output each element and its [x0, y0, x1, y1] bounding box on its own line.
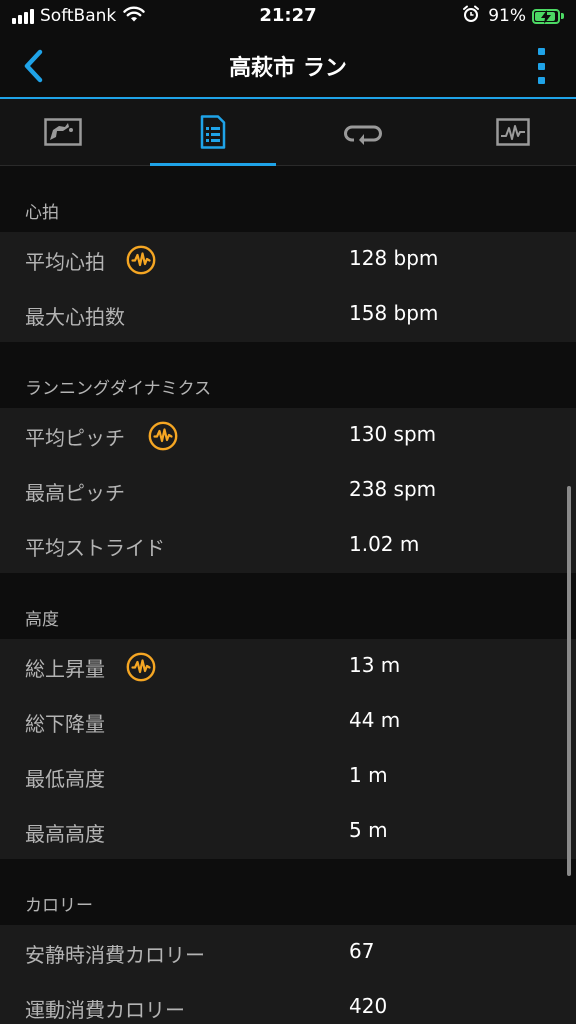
- performance-wave-icon[interactable]: [126, 652, 156, 682]
- section-title: ランニングダイナミクス: [25, 379, 212, 399]
- stat-value: 130 spm: [349, 422, 437, 446]
- stat-label: 平均ピッチ: [25, 426, 125, 450]
- details-list-icon: [200, 115, 226, 149]
- stat-label: 安静時消費カロリー: [25, 943, 205, 967]
- battery-tip: [561, 13, 564, 19]
- stat-label: 総下降量: [25, 712, 105, 736]
- tab-laps[interactable]: [300, 99, 426, 165]
- more-dot-icon: [537, 48, 545, 55]
- stat-row: 総下降量 44 m: [0, 694, 576, 749]
- stat-label: 平均ストライド: [25, 536, 165, 560]
- chart-graph-icon: [496, 118, 530, 146]
- section-calories: 安静時消費カロリー 67 運動消費カロリー 420: [0, 925, 576, 1024]
- section-heart-rate: 平均心拍 128 bpm 最大心拍数 158 bpm: [0, 232, 576, 342]
- section-header-heart-rate: 心拍: [0, 166, 576, 232]
- performance-wave-icon[interactable]: [126, 245, 156, 275]
- stat-value: 128 bpm: [349, 246, 439, 270]
- performance-wave-icon[interactable]: [148, 421, 178, 451]
- stat-value: 1.02 m: [349, 532, 420, 556]
- alarm-icon: [462, 5, 480, 27]
- stat-row: 総上昇量 13 m: [0, 639, 576, 694]
- tab-bar: [0, 99, 576, 166]
- page-title: 高萩市 ラン: [229, 56, 347, 81]
- status-bar: SoftBank 21:27 91%: [0, 0, 576, 34]
- map-icon: [44, 118, 82, 146]
- laps-loop-icon: [344, 125, 382, 145]
- stat-row: 最大心拍数 158 bpm: [0, 287, 576, 342]
- stat-label: 最低高度: [25, 767, 105, 791]
- stat-row: 平均心拍 128 bpm: [0, 232, 576, 287]
- section-title: カロリー: [25, 896, 93, 916]
- stat-value: 1 m: [349, 763, 388, 787]
- stat-row: 最高ピッチ 238 spm: [0, 463, 576, 518]
- section-title: 高度: [25, 610, 59, 630]
- stat-value: 238 spm: [349, 477, 437, 501]
- status-right: 91%: [462, 5, 564, 27]
- section-running-dynamics: 平均ピッチ 130 spm 最高ピッチ 238 spm 平均ストライド 1.02…: [0, 408, 576, 573]
- stat-label: 平均心拍: [25, 250, 105, 274]
- section-header-running-dynamics: ランニングダイナミクス: [0, 342, 576, 408]
- stat-row: 運動消費カロリー 420: [0, 980, 576, 1024]
- section-header-calories: カロリー: [0, 859, 576, 925]
- stat-value: 420: [349, 994, 388, 1018]
- stat-row: 最高高度 5 m: [0, 804, 576, 859]
- stat-row: 平均ストライド 1.02 m: [0, 518, 576, 573]
- stat-row: 最低高度 1 m: [0, 749, 576, 804]
- stat-value: 44 m: [349, 708, 401, 732]
- stat-row: 平均ピッチ 130 spm: [0, 408, 576, 463]
- stat-label: 総上昇量: [25, 657, 105, 681]
- section-header-elevation: 高度: [0, 573, 576, 639]
- activity-details-screen: SoftBank 21:27 91% 高萩市 ラン 心拍 平均心拍 128 bp…: [0, 0, 576, 1024]
- stat-label: 運動消費カロリー: [25, 998, 185, 1022]
- stat-value: 13 m: [349, 653, 401, 677]
- battery-percent: 91%: [488, 6, 526, 26]
- stat-value: 5 m: [349, 818, 388, 842]
- stat-label: 最大心拍数: [25, 305, 125, 329]
- stat-label: 最高ピッチ: [25, 481, 125, 505]
- battery-icon: [532, 8, 560, 24]
- section-title: 心拍: [25, 203, 59, 223]
- stat-value: 67: [349, 939, 375, 963]
- more-dot-icon: [537, 62, 545, 70]
- nav-bar: 高萩市 ラン: [0, 34, 576, 98]
- more-dot-icon: [537, 77, 545, 84]
- tab-map[interactable]: [0, 99, 126, 165]
- stat-label: 最高高度: [25, 822, 105, 846]
- stat-value: 158 bpm: [349, 301, 439, 325]
- tab-details[interactable]: [150, 99, 276, 166]
- section-elevation: 総上昇量 13 m 総下降量 44 m 最低高度 1 m 最高高度 5 m: [0, 639, 576, 859]
- details-list: 心拍 平均心拍 128 bpm 最大心拍数 158 bpm ランニングダイナミク…: [0, 166, 576, 1024]
- tab-charts[interactable]: [450, 99, 576, 165]
- stat-row: 安静時消費カロリー 67: [0, 925, 576, 980]
- scrollbar[interactable]: [567, 486, 571, 876]
- more-options-button[interactable]: [536, 48, 546, 84]
